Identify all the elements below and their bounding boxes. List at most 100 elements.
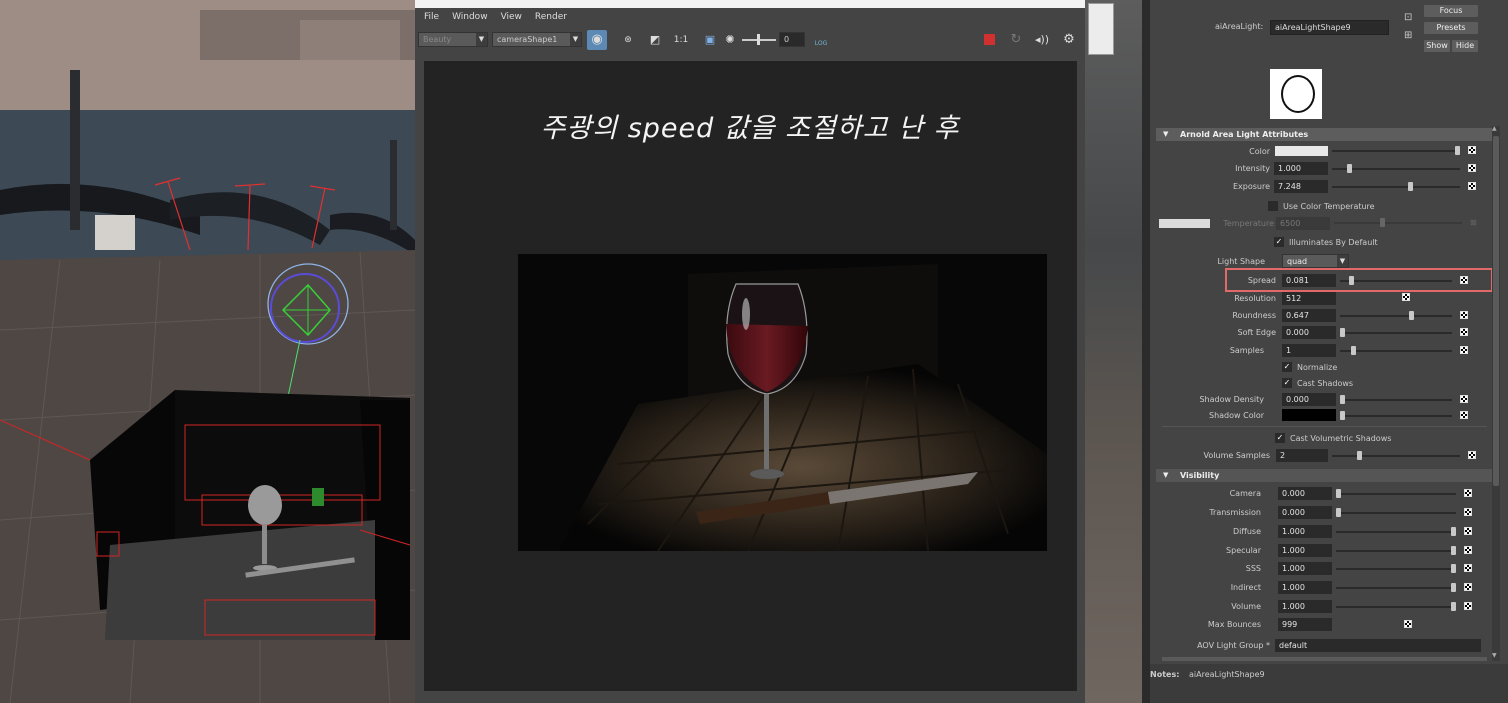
ratio-button[interactable]: 1:1 (671, 30, 691, 50)
node-name-field[interactable]: aiAreaLightShape9 (1270, 20, 1389, 35)
exposure-field[interactable]: 7.248 (1274, 180, 1328, 193)
specular-slider[interactable] (1336, 550, 1456, 552)
roundness-field[interactable]: 0.647 (1282, 309, 1336, 322)
transmission-slider-knob[interactable] (1336, 508, 1341, 517)
shadow-density-slider[interactable] (1340, 399, 1452, 401)
exposure-slider[interactable] (1332, 186, 1460, 188)
transmission-slider[interactable] (1336, 512, 1456, 514)
camera-field[interactable]: 0.000 (1278, 487, 1332, 500)
3d-viewport[interactable] (0, 0, 415, 703)
diffuse-slider-knob[interactable] (1451, 527, 1456, 536)
region-button[interactable]: ▣ (700, 30, 720, 50)
color-map-button[interactable] (1468, 146, 1476, 154)
diffuse-slider[interactable] (1336, 531, 1456, 533)
exposure-map-button[interactable] (1468, 182, 1476, 190)
shadow-color-map-button[interactable] (1460, 411, 1468, 419)
specular-map-button[interactable] (1464, 546, 1472, 554)
max-bounces-map-button[interactable] (1404, 620, 1412, 628)
spread-slider[interactable] (1340, 280, 1452, 282)
ipr-render-button[interactable]: ◉ (587, 30, 607, 50)
specular-slider-knob[interactable] (1451, 546, 1456, 555)
settings-button[interactable]: ⚙ (1059, 30, 1079, 50)
light-shape-select[interactable]: quad ▼ (1282, 254, 1349, 268)
indirect-slider-knob[interactable] (1451, 583, 1456, 592)
spread-map-button[interactable] (1460, 276, 1468, 284)
roundness-map-button[interactable] (1460, 311, 1468, 319)
presets-button[interactable]: Presets (1424, 22, 1478, 34)
exposure-toggle[interactable]: ✺ (720, 30, 740, 50)
camera-map-button[interactable] (1464, 489, 1472, 497)
roundness-slider-knob[interactable] (1409, 311, 1415, 320)
samples-map-button[interactable] (1460, 346, 1468, 354)
soft-edge-slider[interactable] (1340, 332, 1452, 334)
cast-shadows-checkbox[interactable]: ✓ (1282, 378, 1292, 388)
normalize-checkbox[interactable]: ✓ (1282, 362, 1292, 372)
log-button[interactable]: LOG (811, 30, 831, 50)
illuminates-checkbox[interactable]: ✓ (1274, 237, 1284, 247)
shadow-color-slider-knob[interactable] (1340, 411, 1345, 420)
soft-edge-slider-knob[interactable] (1340, 328, 1345, 337)
show-button[interactable]: Show (1424, 40, 1450, 52)
sss-slider[interactable] (1336, 568, 1456, 570)
intensity-field[interactable]: 1.000 (1274, 162, 1328, 175)
resolution-field[interactable]: 512 (1282, 292, 1336, 305)
camera-slider-knob[interactable] (1336, 489, 1341, 498)
volume-field[interactable]: 1.000 (1278, 600, 1332, 613)
color-slider[interactable] (1332, 150, 1460, 152)
soft-edge-field[interactable]: 0.000 (1282, 326, 1336, 339)
transmission-field[interactable]: 0.000 (1278, 506, 1332, 519)
samples-slider-knob[interactable] (1350, 346, 1356, 355)
volume-samples-map-button[interactable] (1468, 451, 1476, 459)
shadow-color-slider[interactable] (1340, 415, 1452, 417)
shadow-density-slider-knob[interactable] (1340, 395, 1345, 404)
specular-field[interactable]: 1.000 (1278, 544, 1332, 557)
transmission-map-button[interactable] (1464, 508, 1472, 516)
checker-button[interactable]: ◩ (645, 30, 665, 50)
diffuse-field[interactable]: 1.000 (1278, 525, 1332, 538)
volume-samples-field[interactable]: 2 (1276, 449, 1328, 462)
soft-edge-map-button[interactable] (1460, 328, 1468, 336)
use-color-temp-checkbox[interactable] (1268, 201, 1278, 211)
exposure-slider-knob[interactable] (1408, 182, 1414, 191)
volume-samples-slider[interactable] (1332, 455, 1460, 457)
exposure-field[interactable]: 0 (779, 32, 805, 47)
spread-slider-knob[interactable] (1348, 276, 1354, 285)
focus-icon[interactable]: ⊡ (1404, 12, 1412, 23)
camera-select[interactable]: cameraShape1 ▼ (492, 32, 582, 47)
hide-button[interactable]: Hide (1452, 40, 1478, 52)
menu-window[interactable]: Window (452, 12, 488, 22)
volume-samples-slider-knob[interactable] (1356, 451, 1362, 460)
menu-view[interactable]: View (501, 12, 522, 22)
horizontal-scrollbar[interactable] (1162, 657, 1487, 661)
stop-render-button[interactable] (984, 34, 995, 45)
volume-slider[interactable] (1336, 606, 1456, 608)
indirect-slider[interactable] (1336, 587, 1456, 589)
shadow-density-map-button[interactable] (1460, 395, 1468, 403)
shadow-color-swatch[interactable] (1282, 409, 1336, 421)
scrollbar-thumb[interactable] (1493, 136, 1499, 486)
intensity-slider-knob[interactable] (1346, 164, 1352, 173)
indirect-field[interactable]: 1.000 (1278, 581, 1332, 594)
sss-field[interactable]: 1.000 (1278, 562, 1332, 575)
copy-tab-icon[interactable]: ⊞ (1404, 30, 1412, 41)
focus-button[interactable]: Focus (1424, 5, 1478, 17)
roundness-slider[interactable] (1340, 315, 1452, 317)
scroll-down-icon[interactable]: ▼ (1492, 652, 1497, 659)
log-output-button[interactable]: ◂)) (1032, 30, 1052, 50)
camera-slider[interactable] (1336, 493, 1456, 495)
diffuse-map-button[interactable] (1464, 527, 1472, 535)
intensity-map-button[interactable] (1468, 164, 1476, 172)
volume-slider-knob[interactable] (1451, 602, 1456, 611)
section-arnold-area-light[interactable]: ▼ Arnold Area Light Attributes (1156, 128, 1492, 141)
rgb-button[interactable]: ⊛ (618, 30, 638, 50)
section-visibility[interactable]: ▼ Visibility (1156, 469, 1492, 482)
samples-field[interactable]: 1 (1282, 344, 1336, 357)
shadow-density-field[interactable]: 0.000 (1282, 393, 1336, 406)
refresh-button[interactable]: ↻ (1006, 30, 1026, 50)
menu-file[interactable]: File (424, 12, 439, 22)
volume-map-button[interactable] (1464, 602, 1472, 610)
layer-select[interactable]: Beauty ▼ (418, 32, 488, 47)
samples-slider[interactable] (1340, 350, 1452, 352)
cast-volumetric-checkbox[interactable]: ✓ (1275, 433, 1285, 443)
max-bounces-field[interactable]: 999 (1278, 618, 1332, 631)
